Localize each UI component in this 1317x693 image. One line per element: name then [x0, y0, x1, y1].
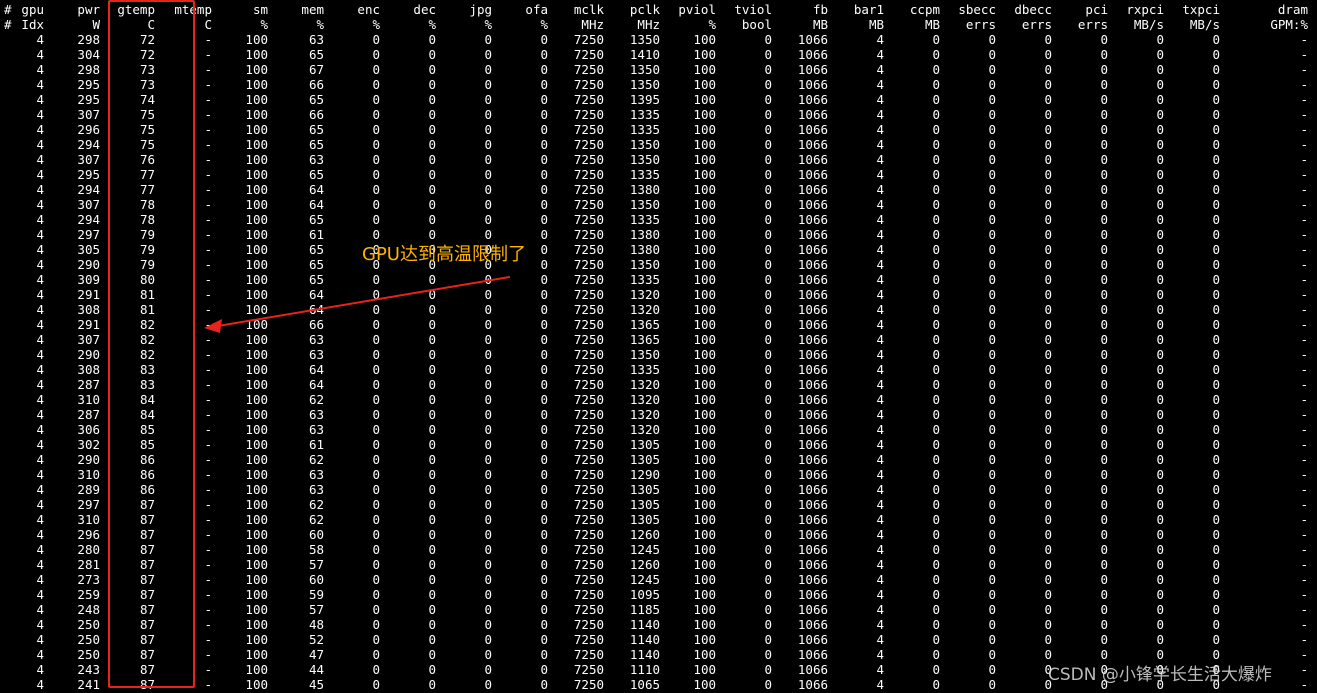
terminal-window: gpu pwr gtemp mtemp sm mem enc dec jpg ofa mclk pcl… [0, 0, 1317, 693]
annotation-arrow [204, 276, 511, 333]
annotation-text: GPU达到高温限制了 [362, 244, 526, 265]
watermark: CSDN @小锋学长生活大爆炸 [1048, 665, 1272, 685]
